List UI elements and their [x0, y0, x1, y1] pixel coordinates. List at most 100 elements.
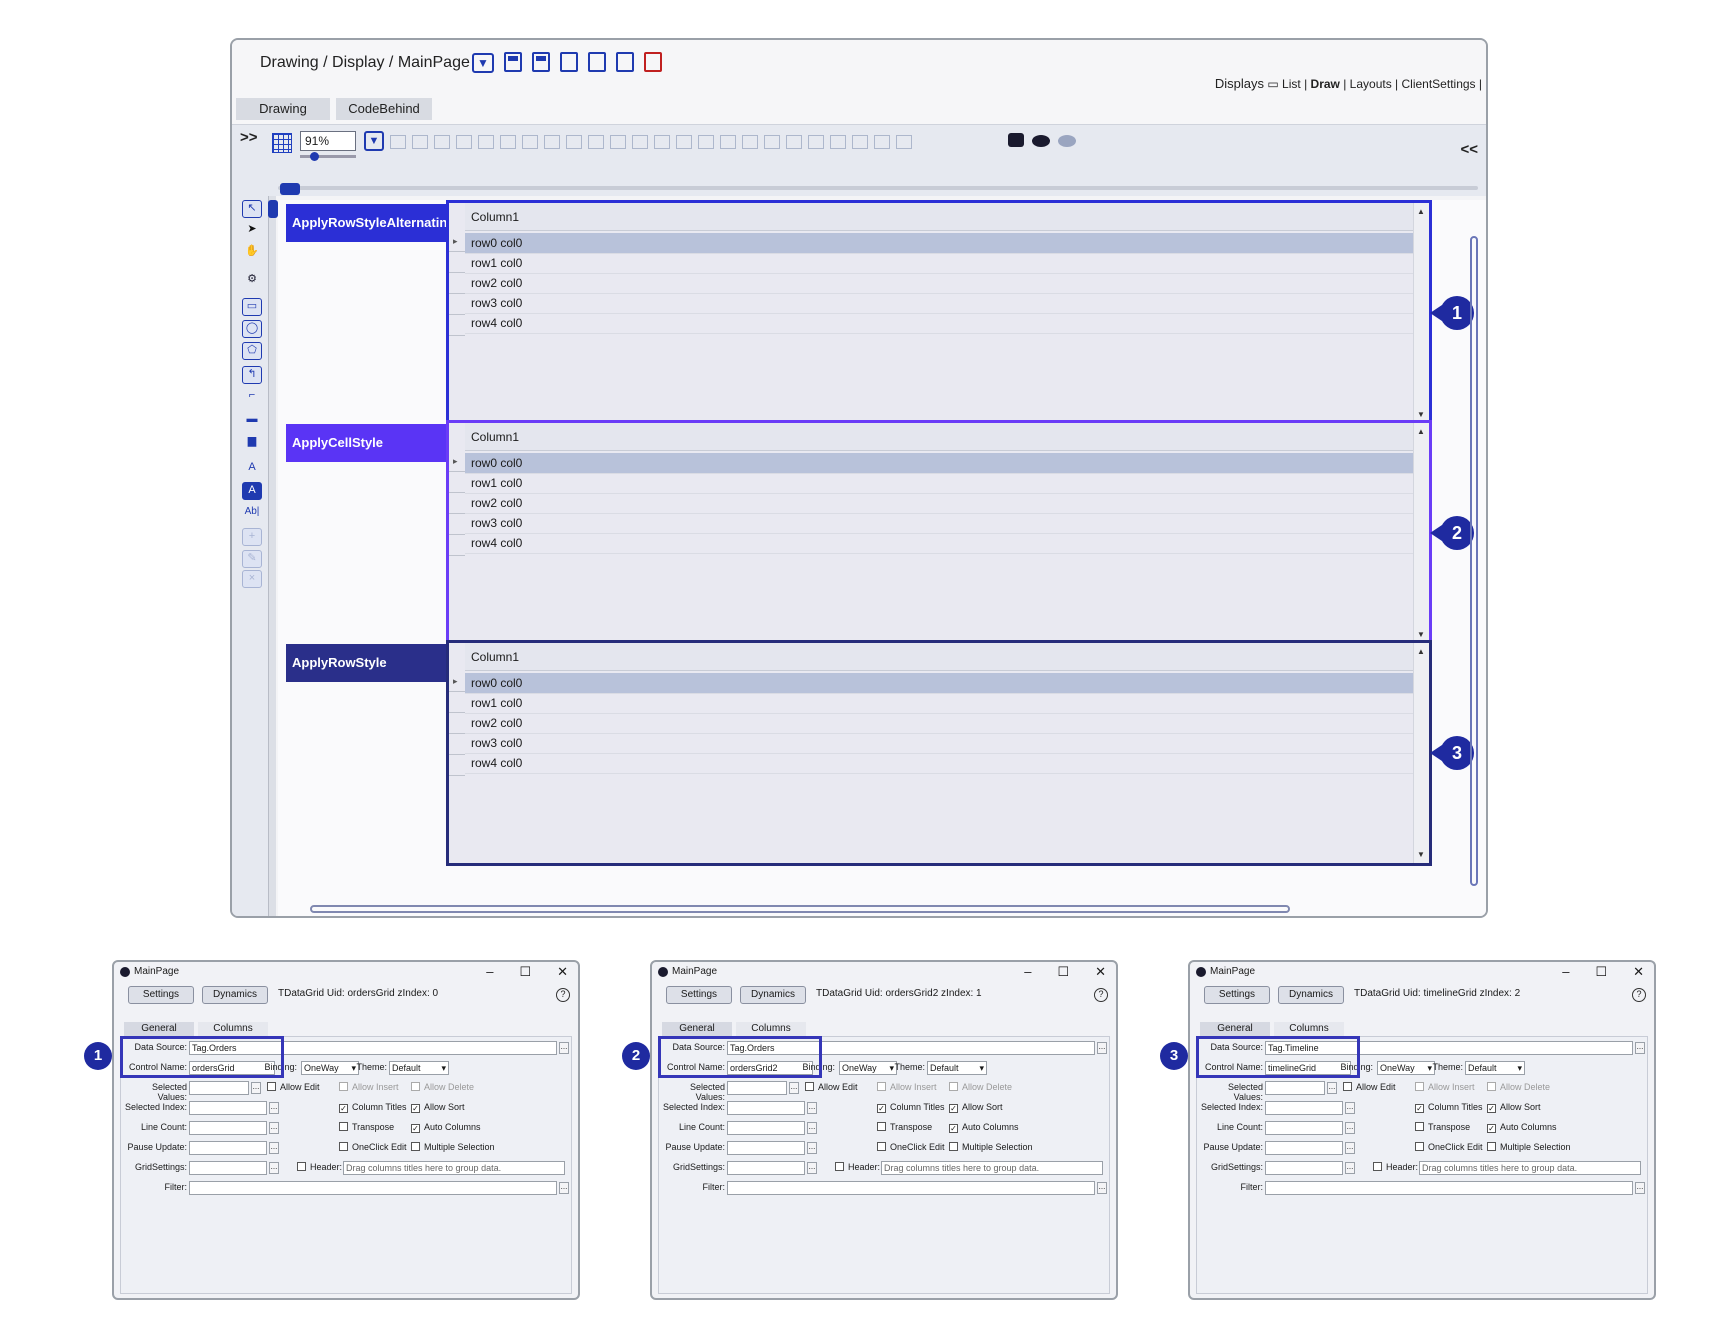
column-header[interactable]: Column1 [465, 203, 1413, 231]
tab-columns[interactable]: Columns [1274, 1022, 1344, 1036]
grid-settings-input[interactable] [1265, 1161, 1343, 1175]
button-tool-icon[interactable]: ▬ [242, 412, 262, 430]
canvas-vertical-scrollbar-track[interactable] [1470, 236, 1478, 886]
run-display-icon[interactable] [588, 52, 606, 72]
scroll-down-icon[interactable]: ▼ [1417, 630, 1425, 639]
grid-settings-input[interactable] [189, 1161, 267, 1175]
allow-edit-checkbox[interactable]: Allow Edit [805, 1082, 858, 1092]
table-row[interactable]: row0 col0 [465, 673, 1413, 694]
dynamics-button[interactable]: Dynamics [740, 986, 806, 1004]
row-selector[interactable]: ▸ [449, 231, 465, 252]
ungroup-icon[interactable] [412, 135, 428, 149]
distribute-icon[interactable] [786, 135, 802, 149]
checkbox-icon[interactable]: ✓ [1415, 1104, 1424, 1113]
table-row[interactable]: row3 col0 [465, 293, 1413, 314]
vertical-ruler-thumb[interactable] [268, 200, 278, 218]
transpose-checkbox[interactable]: Transpose [877, 1122, 932, 1132]
row-selector[interactable] [449, 493, 465, 514]
browse-button[interactable]: ... [269, 1122, 279, 1134]
page-select-dropdown-icon[interactable]: ▼ [472, 53, 494, 73]
group-icon[interactable] [390, 135, 406, 149]
column-header[interactable]: Column1 [465, 423, 1413, 451]
checkbox-icon[interactable] [1487, 1082, 1496, 1091]
close-icon[interactable]: ✕ [557, 964, 568, 980]
same-width-icon[interactable] [654, 135, 670, 149]
header-checkbox[interactable]: Header: [297, 1162, 342, 1172]
style-button-0[interactable]: ApplyRowStyleAlternating [286, 204, 455, 242]
checkbox-icon[interactable] [1373, 1162, 1382, 1171]
zoom-slider-handle[interactable] [310, 152, 319, 161]
pause-update-input[interactable] [189, 1141, 267, 1155]
table-row[interactable]: row1 col0 [465, 473, 1413, 494]
row-selector[interactable] [449, 734, 465, 755]
row-selector[interactable] [449, 755, 465, 776]
row-selector[interactable] [449, 692, 465, 713]
browse-button[interactable]: ... [1345, 1162, 1355, 1174]
table-row[interactable]: row2 col0 [465, 273, 1413, 294]
header-checkbox[interactable]: Header: [1373, 1162, 1418, 1172]
polygon-tool-icon[interactable]: ⬠ [242, 342, 262, 360]
datagrid-2[interactable]: Column1 ▸ row0 col0 row1 col0 row2 col0 row3 … [446, 640, 1432, 866]
displays-link-layouts[interactable]: Layouts [1350, 77, 1392, 91]
table-row[interactable]: row0 col0 [465, 233, 1413, 254]
checkbox-icon[interactable] [339, 1142, 348, 1151]
save-all-icon[interactable] [532, 52, 550, 72]
header-input[interactable]: Drag columns titles here to group data. [1419, 1161, 1641, 1175]
selected-values-input[interactable] [189, 1081, 249, 1095]
browse-button[interactable]: ... [807, 1142, 817, 1154]
oneclick-edit-checkbox[interactable]: OneClick Edit [1415, 1142, 1483, 1152]
auto-columns-checkbox[interactable]: ✓ Auto Columns [411, 1122, 481, 1133]
checkbox-icon[interactable] [1487, 1142, 1496, 1151]
line-count-input[interactable] [727, 1121, 805, 1135]
ellipse-tool-icon[interactable]: ◯ [242, 320, 262, 338]
datagrid-0[interactable]: Column1 ▸ row0 col0 row1 col0 row2 col0 row3 … [446, 200, 1432, 426]
checkbox-icon[interactable] [411, 1142, 420, 1151]
drawing-canvas[interactable]: ApplyRowStyleAlternating Column1 ▸ row0 col… [278, 200, 1486, 916]
filter-input[interactable] [1265, 1181, 1633, 1195]
allow-edit-checkbox[interactable]: Allow Edit [267, 1082, 320, 1092]
theme-select[interactable]: Default [927, 1061, 987, 1075]
header-input[interactable]: Drag columns titles here to group data. [881, 1161, 1103, 1175]
selected-values-input[interactable] [727, 1081, 787, 1095]
checkbox-icon[interactable] [805, 1082, 814, 1091]
rectangle-tool-icon[interactable]: ▭ [242, 298, 262, 316]
checkbox-icon[interactable]: ✓ [1487, 1104, 1496, 1113]
scroll-up-icon[interactable]: ▲ [1417, 647, 1425, 656]
oneclick-edit-checkbox[interactable]: OneClick Edit [877, 1142, 945, 1152]
tab-drawing[interactable]: Drawing [236, 98, 330, 120]
minimize-icon[interactable]: – [1024, 964, 1031, 980]
zoom-slider[interactable] [300, 155, 356, 158]
style-button-2[interactable]: ApplyRowStyle [286, 644, 446, 682]
browse-button[interactable]: ... [789, 1082, 799, 1094]
horizontal-ruler-thumb[interactable] [280, 183, 300, 195]
displays-link-draw[interactable]: Draw [1311, 77, 1340, 91]
textbox-tool-icon[interactable]: Ab| [242, 504, 262, 522]
allow-insert-checkbox[interactable]: Allow Insert [339, 1082, 399, 1092]
copy-document-icon[interactable] [616, 52, 634, 72]
selected-values-input[interactable] [1265, 1081, 1325, 1095]
checkbox-icon[interactable]: ✓ [411, 1124, 420, 1133]
table-row[interactable]: row4 col0 [465, 753, 1413, 774]
checkbox-icon[interactable] [877, 1082, 886, 1091]
data-source-browse-button[interactable]: ... [1635, 1042, 1645, 1054]
checkbox-icon[interactable] [949, 1142, 958, 1151]
browse-button[interactable]: ... [1345, 1122, 1355, 1134]
close-icon[interactable]: ✕ [1095, 964, 1106, 980]
data-source-browse-button[interactable]: ... [559, 1042, 569, 1054]
column-titles-checkbox[interactable]: ✓ Column Titles [1415, 1102, 1483, 1113]
delete-document-icon[interactable] [644, 52, 662, 72]
auto-columns-checkbox[interactable]: ✓ Auto Columns [1487, 1122, 1557, 1133]
eye-off-icon[interactable] [1058, 135, 1076, 147]
browse-button[interactable]: ... [269, 1102, 279, 1114]
settings-gear-icon[interactable]: ⚙ [242, 272, 262, 290]
grid-vertical-scrollbar[interactable]: ▲ ▼ [1413, 643, 1429, 863]
grid-vertical-scrollbar[interactable]: ▲ ▼ [1413, 203, 1429, 423]
minimize-icon[interactable]: – [1562, 964, 1569, 980]
align-center-icon[interactable] [544, 135, 560, 149]
checkbox-icon[interactable] [339, 1082, 348, 1091]
tab-codebehind[interactable]: CodeBehind [336, 98, 432, 120]
hand-pan-icon[interactable]: ✋ [242, 244, 262, 262]
save-icon[interactable] [504, 52, 522, 72]
grid-vertical-scrollbar[interactable]: ▲ ▼ [1413, 423, 1429, 643]
table-row[interactable]: row3 col0 [465, 513, 1413, 534]
